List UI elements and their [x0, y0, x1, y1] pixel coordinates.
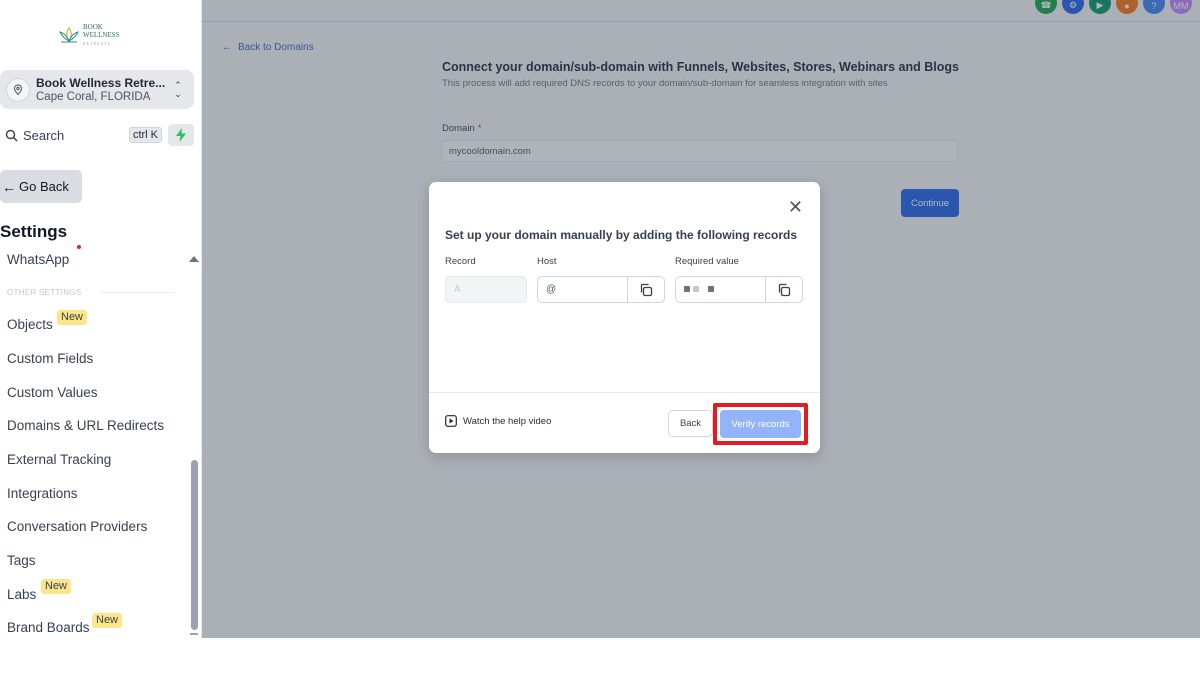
- settings-title: Settings: [0, 222, 68, 241]
- account-switcher[interactable]: Book Wellness Retre... Cape Coral, FLORI…: [0, 70, 194, 109]
- modal-title: Set up your domain manually by adding th…: [445, 228, 798, 242]
- sidebar-item-integrations[interactable]: Integrations: [7, 486, 78, 501]
- sidebar-item-labs[interactable]: Labs: [7, 587, 36, 602]
- account-location: Cape Coral, FLORIDA: [36, 90, 151, 103]
- sidebar-item-custom-values[interactable]: Custom Values: [7, 385, 98, 400]
- app: BOOK WELLNESS RETREATS Book Wellness Ret…: [0, 0, 1200, 687]
- go-back-label: Go Back: [19, 179, 69, 194]
- sidebar-item-conversation-providers[interactable]: Conversation Providers: [7, 519, 147, 534]
- host-value: @: [546, 284, 557, 295]
- scroll-up-arrow-icon[interactable]: [189, 256, 199, 262]
- brand-logo[interactable]: BOOK WELLNESS RETREATS: [58, 22, 138, 46]
- lotus-icon: [59, 27, 79, 43]
- sidebar-item-custom-fields[interactable]: Custom Fields: [7, 351, 93, 366]
- sidebar-item-tags[interactable]: Tags: [7, 553, 36, 568]
- scroll-down-indicator[interactable]: [190, 633, 198, 635]
- required-value-field[interactable]: [675, 276, 803, 303]
- watch-help-video-link[interactable]: Watch the help video: [445, 415, 551, 427]
- sidebar: BOOK WELLNESS RETREATS Book Wellness Ret…: [0, 0, 202, 638]
- required-value-masked: [676, 284, 765, 295]
- record-type-value: A: [454, 284, 461, 295]
- close-icon[interactable]: ✕: [788, 198, 803, 216]
- search-label: Search: [23, 127, 65, 143]
- account-name: Book Wellness Retre...: [36, 75, 166, 90]
- play-video-icon: [445, 415, 457, 427]
- copy-icon[interactable]: [765, 277, 802, 302]
- sidebar-item-brand-boards[interactable]: Brand Boards: [7, 620, 90, 635]
- search-trigger[interactable]: Search ctrl K: [0, 124, 162, 146]
- new-badge: New: [41, 579, 72, 594]
- section-label-other-settings: OTHER SETTINGS: [7, 288, 82, 297]
- sidebar-item-whatsapp[interactable]: WhatsApp: [7, 252, 69, 267]
- location-pin-icon: [13, 83, 23, 95]
- new-badge: New: [92, 613, 123, 628]
- copy-glyph: [640, 283, 653, 296]
- notification-dot: [77, 245, 81, 249]
- copy-glyph: [778, 283, 791, 296]
- record-column-label: Record: [445, 256, 476, 267]
- search-icon: [5, 129, 18, 141]
- verify-records-button[interactable]: Verify records: [720, 410, 801, 438]
- highlight-box: Verify records: [713, 403, 808, 445]
- arrow-left-icon: ←: [2, 178, 16, 195]
- account-avatar: [6, 77, 30, 102]
- watch-help-video-label: Watch the help video: [463, 415, 552, 427]
- sidebar-scrollbar[interactable]: [191, 460, 198, 630]
- chevron-updown-icon[interactable]: ⌃ ⌄: [170, 80, 186, 99]
- record-type-field: A: [445, 276, 527, 303]
- required-value-column-label: Required value: [675, 256, 739, 267]
- main-content: ☎ ⚙ ▶ ● ? MM ← Back to Domains Connect yo…: [202, 0, 1200, 638]
- back-button[interactable]: Back: [668, 410, 713, 437]
- quick-actions-button[interactable]: [168, 124, 194, 146]
- dns-records-modal: ✕ Set up your domain manually by adding …: [429, 182, 820, 453]
- sidebar-item-objects[interactable]: Objects: [7, 317, 53, 332]
- host-column-label: Host: [537, 256, 557, 267]
- logo-name: BOOK WELLNESS: [83, 22, 120, 39]
- section-divider: [100, 292, 174, 293]
- lightning-icon: [176, 128, 186, 142]
- new-badge: New: [57, 310, 88, 325]
- copy-icon[interactable]: [627, 277, 664, 302]
- modal-footer: Watch the help video Back Verify records: [429, 392, 820, 453]
- search-shortcut: ctrl K: [128, 127, 162, 143]
- go-back-button[interactable]: ← Go Back: [0, 170, 82, 203]
- host-field[interactable]: @: [537, 276, 665, 303]
- sidebar-item-external-tracking[interactable]: External Tracking: [7, 452, 111, 467]
- logo-tagline: RETREATS: [83, 40, 111, 46]
- sidebar-item-domains[interactable]: Domains & URL Redirects: [7, 418, 164, 433]
